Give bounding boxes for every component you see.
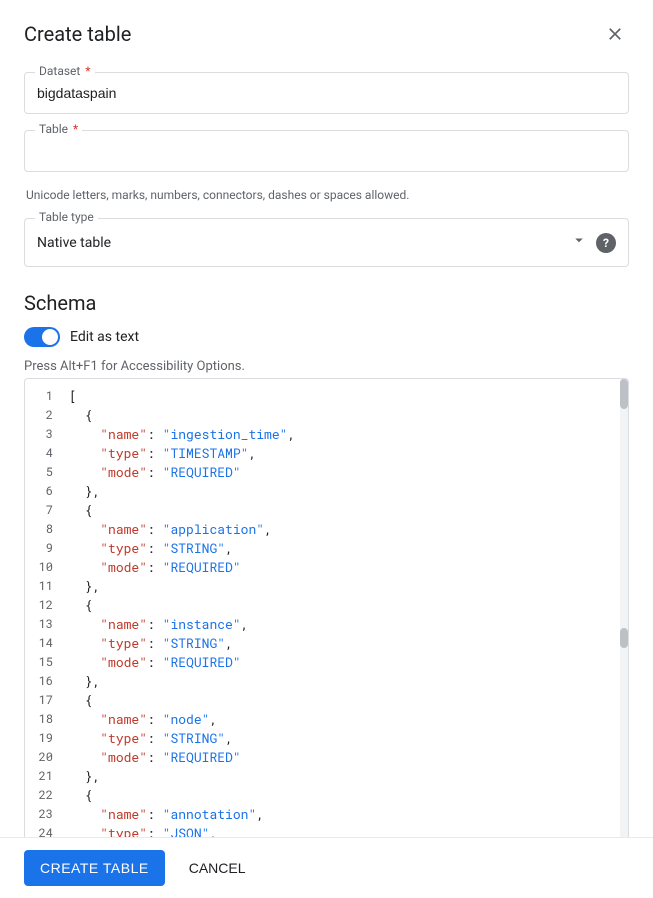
edit-as-text-label: Edit as text: [70, 329, 139, 345]
schema-section: Schema Edit as text Press Alt+F1 for Acc…: [24, 291, 629, 837]
edit-as-text-toggle[interactable]: [24, 327, 60, 347]
table-type-label: Table type: [35, 210, 98, 224]
close-icon: [605, 24, 625, 44]
table-required-marker: *: [73, 122, 78, 136]
help-icon[interactable]: ?: [596, 233, 616, 253]
code-content: [ { "name": "ingestion_time", "type": "T…: [61, 379, 628, 837]
scrollbar-thumb-top[interactable]: [620, 379, 628, 409]
dialog-title: Create table: [24, 22, 131, 46]
line-numbers: 12345 678910 1112131415 1617181920 21222…: [25, 379, 61, 837]
table-type-value: Native table: [37, 235, 111, 251]
toggle-slider: [24, 327, 60, 347]
code-scroll-area[interactable]: 12345 678910 1112131415 1617181920 21222…: [25, 379, 628, 837]
dialog-footer: CREATE TABLE CANCEL: [0, 837, 653, 898]
dataset-required-marker: *: [85, 64, 90, 78]
dataset-field-group: Dataset *: [24, 72, 629, 114]
dropdown-icon[interactable]: [570, 231, 588, 254]
dataset-input[interactable]: [37, 81, 616, 105]
schema-code-editor[interactable]: 12345 678910 1112131415 1617181920 21222…: [24, 378, 629, 837]
table-hint: Unicode letters, marks, numbers, connect…: [24, 188, 629, 202]
dialog-body: Dataset * Table * Unicode letters, marks…: [0, 64, 653, 837]
dataset-label: Dataset *: [35, 64, 95, 78]
schema-title: Schema: [24, 291, 629, 315]
table-input[interactable]: [37, 139, 616, 163]
table-type-select[interactable]: Native table ?: [25, 219, 628, 266]
create-table-button[interactable]: CREATE TABLE: [24, 850, 165, 886]
table-field-group: Table *: [24, 130, 629, 172]
cancel-button[interactable]: CANCEL: [173, 850, 262, 886]
edit-as-text-row: Edit as text: [24, 327, 629, 347]
table-type-controls: ?: [570, 231, 616, 254]
create-table-dialog: Create table Dataset * Table * Unicode l…: [0, 0, 653, 898]
scrollbar-thumb-bottom[interactable]: [620, 628, 628, 648]
table-label: Table *: [35, 122, 82, 136]
scrollbar-track[interactable]: [620, 379, 628, 837]
dialog-header: Create table: [0, 0, 653, 64]
table-type-group: Table type Native table ?: [24, 218, 629, 267]
close-button[interactable]: [601, 20, 629, 48]
accessibility-hint: Press Alt+F1 for Accessibility Options.: [24, 359, 629, 374]
